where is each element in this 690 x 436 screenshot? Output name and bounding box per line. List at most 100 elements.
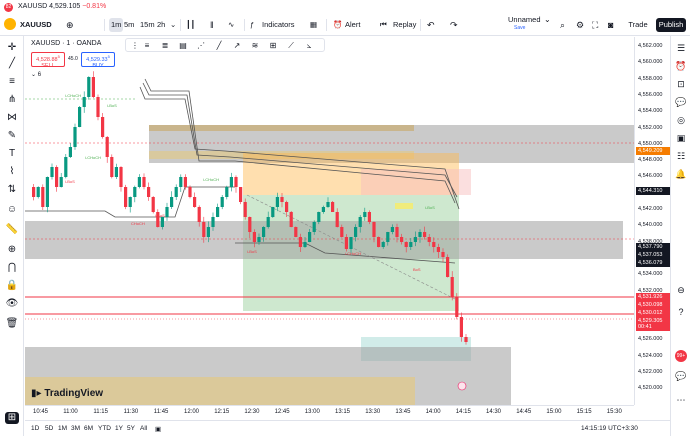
alert-clock-icon[interactable]: ⏰ <box>333 18 342 32</box>
fullscreen-icon[interactable]: ⛶ <box>592 18 598 32</box>
grid-icon[interactable]: ⋯ <box>675 394 687 406</box>
price-tag[interactable]: 4,530.098 <box>636 301 670 309</box>
compare-icon[interactable]: ⊕ <box>66 18 74 32</box>
text-tool-icon[interactable]: T <box>5 148 19 160</box>
range-5y[interactable]: 5Y <box>127 425 135 432</box>
templates-icon[interactable]: ▦ <box>310 18 317 32</box>
redo-icon[interactable]: ↷ <box>450 18 458 32</box>
calendar-icon[interactable]: ▣ <box>675 132 687 144</box>
range-all[interactable]: All <box>140 425 147 432</box>
interval-2h[interactable]: 2h <box>157 18 165 32</box>
interval-15m[interactable]: 15m <box>140 18 155 32</box>
price-tag[interactable]: 4,536.079 <box>636 259 670 267</box>
ideas-icon[interactable]: ☷ <box>675 150 687 162</box>
price-tag[interactable]: 4,537.790 <box>636 243 670 251</box>
event-marker-icon[interactable] <box>457 381 467 391</box>
price-chart-canvas[interactable]: i-CHoCH i-BoS i-BoS i-CHoCH CHoCH i-CHoC… <box>25 37 634 405</box>
price-tag[interactable]: 4,531.926 <box>636 293 670 301</box>
fib-icon[interactable]: ≡ <box>142 41 152 50</box>
candles-icon[interactable]: ǁ <box>210 18 214 32</box>
drag-handle-icon[interactable]: ⋮ <box>130 41 140 50</box>
chat-icon[interactable]: 💬 <box>675 96 687 108</box>
sell-button[interactable]: 4,528.885 SELL <box>31 52 65 69</box>
price-tag[interactable]: 4,549.209 <box>636 147 670 155</box>
indicators-icon[interactable]: ƒ <box>250 18 254 32</box>
replay-icon[interactable]: ⏮ <box>380 18 387 32</box>
clock-timezone[interactable]: 14:15:19 UTC+3:30 <box>581 425 638 432</box>
range-5d[interactable]: 5D <box>45 425 53 432</box>
chart-pane[interactable]: i-CHoCH i-BoS i-BoS i-CHoCH CHoCH i-CHoC… <box>25 37 634 405</box>
publish-button[interactable]: Publish <box>656 18 686 32</box>
camera-icon[interactable]: ◙ <box>608 18 613 32</box>
browser-tab[interactable]: 82 XAUUSD 4,529.105 −0.81% <box>0 0 690 14</box>
prediction-icon[interactable]: ⇅ <box>5 184 19 196</box>
alert-button[interactable]: Alert <box>345 18 360 32</box>
bar-style-icon[interactable]: ┃┃ <box>186 18 195 32</box>
price-tag[interactable]: 4,544.310 <box>636 187 670 195</box>
price-axis[interactable]: 4,562.000 4,560.000 4,558.000 4,556.000 4,55… <box>634 37 670 405</box>
range-1y[interactable]: 1Y <box>115 425 123 432</box>
notifications-icon[interactable]: 🔔 <box>675 168 687 180</box>
horizontal-lines-icon[interactable]: ≡ <box>5 76 19 88</box>
buy-button[interactable]: 4,529.335 BUY <box>81 52 115 69</box>
time-axis[interactable]: 10:45 11:00 11:15 11:30 11:45 12:00 12:15 12:30… <box>25 405 634 419</box>
symbol-search-button[interactable]: XAUUSD <box>20 18 52 32</box>
lock-icon[interactable]: 🔒 <box>5 280 19 292</box>
gann-icon[interactable]: ▤ <box>178 41 188 50</box>
interval-5m[interactable]: 5m <box>124 18 134 32</box>
trash-icon[interactable]: 🗑 <box>5 318 19 330</box>
fib-extension-icon[interactable]: ≣ <box>160 41 170 50</box>
search-icon[interactable]: ⌕ <box>560 18 565 32</box>
interval-1m[interactable]: 1m <box>109 18 124 32</box>
channel-icon[interactable]: ╱ <box>214 41 224 50</box>
trade-button[interactable]: Trade <box>624 18 652 32</box>
data-window-icon[interactable]: ⊡ <box>675 78 687 90</box>
magnet-icon[interactable]: ⋂ <box>5 262 19 274</box>
layout-dropdown-icon[interactable]: ⌄ <box>544 15 551 25</box>
pitchfork-icon[interactable]: ⋔ <box>5 94 19 106</box>
chat-bubble-icon[interactable]: 💬 <box>675 370 687 382</box>
angle-icon[interactable]: ⟋ <box>286 41 296 50</box>
pattern-icon[interactable]: ⌇ <box>5 166 19 178</box>
notification-badge[interactable]: 99+ <box>675 350 687 362</box>
trend-line-icon[interactable]: ╱ <box>5 58 19 70</box>
price-tag[interactable]: 00:41 <box>636 323 670 331</box>
target-icon[interactable]: ◎ <box>675 114 687 126</box>
fib-retracement-icon[interactable]: ⋈ <box>5 112 19 124</box>
settings-gear-icon[interactable]: ⚙ <box>576 18 584 32</box>
line-chart-icon[interactable]: ∿ <box>228 18 234 32</box>
zoom-in-icon[interactable]: ⊕ <box>5 244 19 256</box>
ray-icon[interactable]: ↗ <box>232 41 242 50</box>
range-1m[interactable]: 1M <box>58 425 67 432</box>
visibility-icon[interactable]: 👁 <box>5 298 19 310</box>
undo-icon[interactable]: ↶ <box>427 18 435 32</box>
measure-icon[interactable]: ⊞ <box>268 41 278 50</box>
chart-legend-title[interactable]: XAUUSD · 1 · OANDA <box>31 40 101 47</box>
pattern-tool-icon[interactable]: ⋰ <box>196 41 206 50</box>
layout-save-status[interactable]: Save <box>514 24 525 32</box>
price-tag[interactable]: 4,537.053 <box>636 251 670 259</box>
indicators-button[interactable]: Indicators <box>262 18 295 32</box>
ruler-icon[interactable]: 📏 <box>5 224 19 236</box>
emoji-icon[interactable]: ☺ <box>5 204 19 216</box>
price-tag[interactable]: 4,530.012 <box>636 309 670 317</box>
candle-body <box>257 237 261 242</box>
alerts-clock-icon[interactable]: ⏰ <box>675 60 687 72</box>
crosshair-icon[interactable]: ✛ <box>5 42 19 54</box>
fib-circle-icon[interactable]: ≋ <box>250 41 260 50</box>
object-tree-icon[interactable]: ⊞ <box>5 412 19 424</box>
date-range-icon[interactable]: ▣ <box>155 425 161 433</box>
range-1d[interactable]: 1D <box>31 425 39 432</box>
help-icon[interactable]: ? <box>675 306 687 318</box>
interval-dropdown-icon[interactable]: ⌄ <box>170 18 176 32</box>
range-6m[interactable]: 6M <box>84 425 93 432</box>
replay-button[interactable]: Replay <box>393 18 416 32</box>
range-3m[interactable]: 3M <box>71 425 80 432</box>
zoom-icon[interactable]: ⊖ <box>675 284 687 296</box>
user-avatar[interactable] <box>4 18 16 30</box>
indicators-toggle[interactable]: ⌄ 6 <box>31 71 41 78</box>
regression-icon[interactable]: ⦣ <box>304 41 314 50</box>
watchlist-icon[interactable]: ☰ <box>675 42 687 54</box>
brush-icon[interactable]: ✎ <box>5 130 19 142</box>
range-ytd[interactable]: YTD <box>98 425 111 432</box>
